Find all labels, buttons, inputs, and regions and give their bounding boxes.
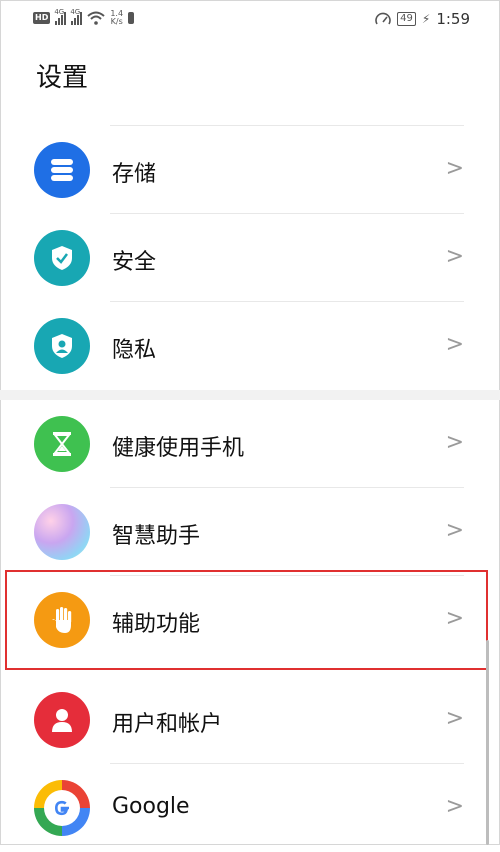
status-bar: HD 4G 4G 1.4 K/s 49 ⚡ 1:59 (0, 0, 500, 38)
status-right: 49 ⚡ 1:59 (375, 10, 470, 28)
page-title: 设置 (36, 63, 89, 93)
notification-icon (128, 12, 135, 24)
chevron-right-icon: > (445, 794, 464, 819)
google-icon (34, 780, 90, 836)
speedometer-icon (375, 12, 391, 25)
wifi-icon (87, 11, 106, 25)
user-icon (34, 692, 90, 748)
settings-item-label: Google (112, 794, 190, 819)
chevron-right-icon: > (445, 332, 464, 357)
settings-item-security[interactable]: 安全 > (0, 214, 500, 302)
status-left: HD 4G 4G 1.4 K/s (33, 8, 135, 26)
settings-item-digital-balance[interactable]: 健康使用手机 > (0, 400, 500, 488)
highlight-box (5, 570, 488, 670)
hd-badge: HD (33, 12, 51, 24)
chevron-right-icon: > (445, 244, 464, 269)
chevron-right-icon: > (445, 156, 464, 181)
privacy-icon (34, 318, 90, 374)
signal-strength-icon-2: 4G (70, 8, 83, 25)
settings-item-label: 安全 (112, 250, 157, 275)
settings-item-label: 隐私 (112, 338, 157, 363)
settings-item-storage[interactable]: 存储 > (0, 126, 500, 214)
settings-item-label: 存储 (112, 162, 157, 187)
smart-assistant-icon (34, 504, 90, 560)
chevron-right-icon: > (445, 518, 464, 543)
settings-item-smart-assistant[interactable]: 智慧助手 > (0, 488, 500, 576)
charging-icon: ⚡ (421, 12, 431, 26)
settings-item-google[interactable]: Google > (0, 764, 500, 852)
settings-item-privacy[interactable]: 隐私 > (0, 302, 500, 390)
scrollbar[interactable] (486, 640, 489, 845)
clock: 1:59 (436, 10, 470, 28)
settings-item-label: 智慧助手 (112, 524, 201, 549)
network-type-label-2: 4G (70, 7, 81, 16)
hourglass-icon (34, 416, 90, 472)
settings-item-label: 用户和帐户 (112, 712, 223, 737)
chevron-right-icon: > (445, 706, 464, 731)
signal-strength-icon: 4G (54, 8, 67, 25)
network-speed: 1.4 K/s (110, 10, 123, 26)
settings-item-label: 健康使用手机 (112, 436, 245, 461)
battery-level: 49 (397, 12, 416, 26)
storage-icon (34, 142, 90, 198)
chevron-right-icon: > (445, 430, 464, 455)
settings-item-users-accounts[interactable]: 用户和帐户 > (0, 676, 500, 764)
group-separator (0, 390, 500, 400)
network-type-label: 4G (54, 7, 65, 16)
security-shield-icon (34, 230, 90, 286)
speed-unit: K/s (110, 17, 123, 26)
